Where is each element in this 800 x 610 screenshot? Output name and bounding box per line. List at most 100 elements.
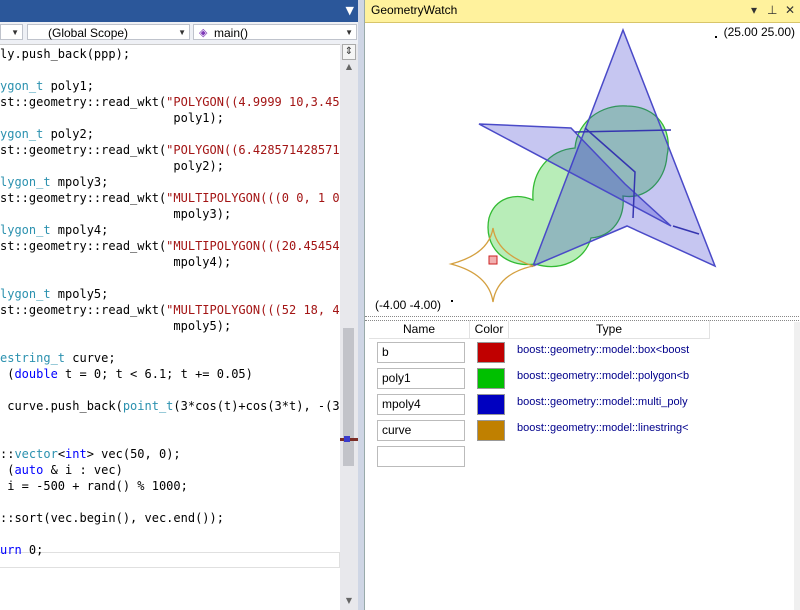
variable-name-input[interactable]: curve <box>377 420 465 441</box>
type-label: boost::geometry::model::polygon<b <box>517 370 690 382</box>
scope-dropdown-label: (Global Scope) <box>48 26 129 40</box>
code-line[interactable]: (auto & i : vec) <box>0 462 123 478</box>
function-dropdown[interactable]: ◈ main() ▼ <box>193 24 357 40</box>
code-line[interactable]: ::sort(vec.begin(), vec.end()); <box>0 510 224 526</box>
max-coordinate-label: (25.00 25.00) <box>723 25 795 39</box>
table-row[interactable]: b boost::geometry::model::box<boost <box>369 340 800 365</box>
code-token: ( <box>0 367 15 381</box>
code-line[interactable]: st::geometry::read_wkt("POLYGON((4.9999 … <box>0 94 354 110</box>
table-row[interactable]: curve boost::geometry::model::linestring< <box>369 418 800 443</box>
code-line[interactable]: ygon_t poly2; <box>0 126 94 142</box>
scroll-down-arrow-icon[interactable]: ▼ <box>340 596 358 608</box>
project-dropdown[interactable]: ▼ <box>0 24 23 40</box>
scroll-up-arrow-icon[interactable]: ▲ <box>340 62 358 74</box>
vertical-scrollbar[interactable] <box>340 44 358 610</box>
code-token: mpoly5; <box>50 287 109 301</box>
variable-name-input[interactable]: poly1 <box>377 368 465 389</box>
scope-dropdown[interactable]: (Global Scope) ▼ <box>27 24 190 40</box>
code-token: "MULTIPOLYGON(((0 0, 1 0, <box>166 191 347 205</box>
variable-name-input[interactable] <box>377 446 465 467</box>
box-b-shape[interactable] <box>488 255 498 265</box>
code-token: :: <box>0 447 15 461</box>
code-line[interactable]: st::geometry::read_wkt("POLYGON((6.42857… <box>0 142 354 158</box>
cube-icon: ◈ <box>199 27 208 39</box>
code-line[interactable]: mpoly4); <box>0 254 231 270</box>
code-line[interactable]: mpoly3); <box>0 206 231 222</box>
code-token: "POLYGON((4.9999 10,3.4549 <box>166 95 355 109</box>
column-header-type[interactable]: Type <box>509 320 710 339</box>
close-icon[interactable]: ✕ <box>785 3 795 17</box>
variable-name-input[interactable]: b <box>377 342 465 363</box>
code-line[interactable]: lygon_t mpoly4; <box>0 222 108 238</box>
column-header-name[interactable]: Name <box>369 320 470 339</box>
table-row[interactable]: mpoly4 boost::geometry::model::multi_poly <box>369 392 800 417</box>
dropdown-arrow-icon[interactable]: ▼ <box>346 4 354 17</box>
code-line[interactable]: st::geometry::read_wkt("MULTIPOLYGON(((0… <box>0 190 347 206</box>
column-header-color[interactable]: Color <box>470 320 509 339</box>
min-extent-point <box>451 300 453 302</box>
table-row[interactable]: poly1 boost::geometry::model::polygon<b <box>369 366 800 391</box>
code-token: st::geometry::read_wkt( <box>0 239 167 253</box>
code-token: poly2; <box>43 127 94 141</box>
geometry-watch-title-bar: GeometryWatch ▾ ⊥ ✕ <box>365 0 800 23</box>
code-line[interactable]: i = -500 + rand() % 1000; <box>0 478 188 494</box>
code-token: poly1); <box>0 111 224 125</box>
code-token: int <box>65 447 87 461</box>
code-token: > vec(50, 0); <box>86 447 181 461</box>
code-token: ygon_t <box>0 127 44 141</box>
code-line[interactable]: st::geometry::read_wkt("MULTIPOLYGON(((5… <box>0 302 347 318</box>
code-token: poly1; <box>43 79 94 93</box>
code-token: t = 0; t < 6.1; t += 0.05) <box>57 367 253 381</box>
function-dropdown-label: main() <box>214 26 249 40</box>
code-token: lygon_t <box>0 223 51 237</box>
pin-icon[interactable]: ⊥ <box>767 3 777 17</box>
code-line[interactable]: urn 0; <box>0 542 43 558</box>
code-token: double <box>14 367 58 381</box>
window-position-menu-icon[interactable]: ▾ <box>751 3 757 17</box>
code-token: mpoly5); <box>0 319 232 333</box>
chevron-down-icon: ▼ <box>178 28 186 37</box>
code-line[interactable]: ::vector<int> vec(50, 0); <box>0 446 181 462</box>
color-swatch[interactable] <box>477 342 505 363</box>
color-swatch[interactable] <box>477 420 505 441</box>
code-editor-pane: ▼ ▼ (Global Scope) ▼ ◈ main() ▼ ly.push_bac… <box>0 0 360 610</box>
geometry-watch-title: GeometryWatch <box>371 3 458 17</box>
code-token: st::geometry::read_wkt( <box>0 303 167 317</box>
code-token: lygon_t <box>0 287 51 301</box>
variable-name-input[interactable]: mpoly4 <box>377 394 465 415</box>
code-line[interactable]: lygon_t mpoly3; <box>0 174 108 190</box>
code-token: "MULTIPOLYGON(((52 18, 48 <box>166 303 347 317</box>
code-token: mpoly4; <box>50 223 109 237</box>
code-token: mpoly4); <box>0 255 232 269</box>
code-line[interactable]: poly1); <box>0 110 224 126</box>
code-token: ::sort(vec.begin(), vec.end()); <box>0 511 224 525</box>
code-token: & i : vec) <box>43 463 123 477</box>
code-line[interactable]: ygon_t poly1; <box>0 78 94 94</box>
current-line-highlight <box>0 552 340 568</box>
scrollbar-thumb[interactable] <box>343 328 354 466</box>
code-token: vector <box>14 447 58 461</box>
type-label: boost::geometry::model::linestring< <box>517 422 689 434</box>
code-line[interactable]: estring_t curve; <box>0 350 116 366</box>
scrollbar-caret-marker <box>344 436 350 442</box>
split-window-button[interactable]: ⇕ <box>342 44 356 60</box>
code-token: st::geometry::read_wkt( <box>0 191 167 205</box>
code-token: st::geometry::read_wkt( <box>0 95 167 109</box>
geometry-plot[interactable]: (25.00 25.00) (-4.00 -4.00) <box>365 22 800 316</box>
code-token: curve.push_back( <box>0 399 123 413</box>
code-line[interactable]: curve.push_back(point_t(3*cos(t)+cos(3*t… <box>0 398 354 414</box>
code-text-area[interactable]: ly.push_back(ppp); ygon_t poly1; st::geome… <box>0 44 354 610</box>
code-line[interactable]: st::geometry::read_wkt("MULTIPOLYGON(((2… <box>0 238 354 254</box>
code-line[interactable]: poly2); <box>0 158 224 174</box>
color-swatch[interactable] <box>477 394 505 415</box>
code-line[interactable]: mpoly5); <box>0 318 231 334</box>
code-token: (3*cos(t)+cos(3*t), -(3*s <box>173 399 355 413</box>
code-line[interactable]: lygon_t mpoly5; <box>0 286 108 302</box>
code-line[interactable]: ly.push_back(ppp); <box>0 46 130 62</box>
code-line[interactable]: (double t = 0; t < 6.1; t += 0.05) <box>0 366 253 382</box>
code-token: st::geometry::read_wkt( <box>0 143 167 157</box>
table-row[interactable] <box>369 444 800 469</box>
code-token: poly2); <box>0 159 224 173</box>
table-scrollbar[interactable] <box>794 322 800 610</box>
color-swatch[interactable] <box>477 368 505 389</box>
